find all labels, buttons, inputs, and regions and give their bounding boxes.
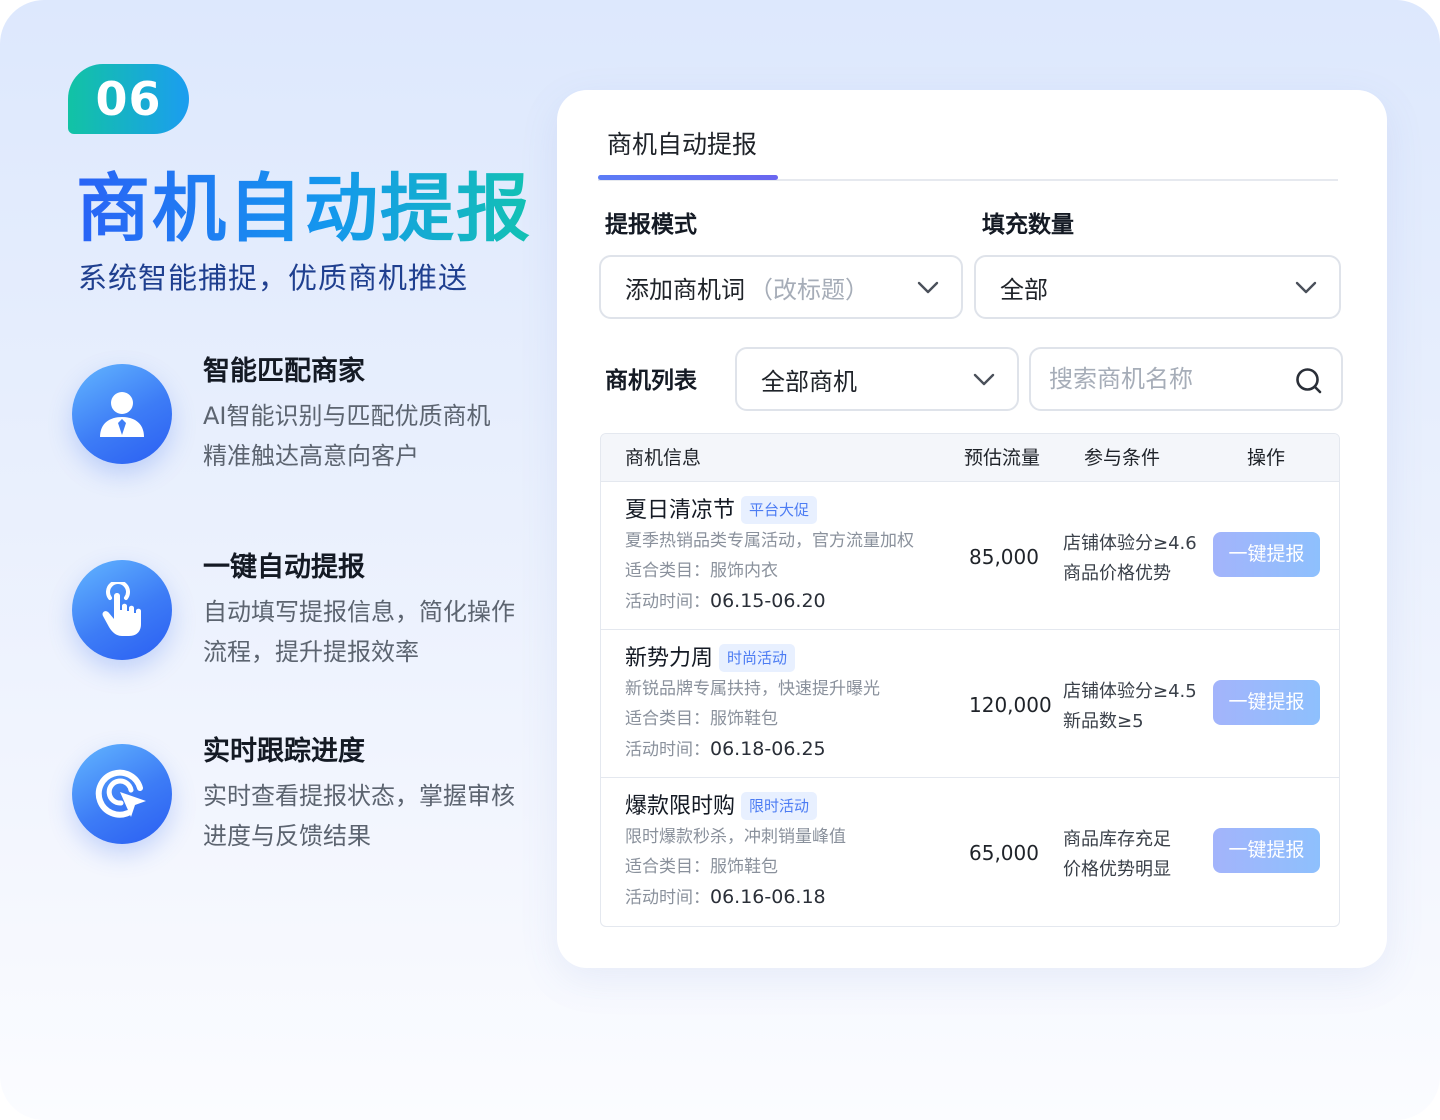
opportunity-desc: 夏季热销品类专属活动，官方流量加权 <box>625 531 914 551</box>
fill-label: 填充数量 <box>982 212 1074 238</box>
time-value: 06.15-06.20 <box>710 590 826 612</box>
feature-desc-line: 进度与反馈结果 <box>203 822 371 850</box>
condition-line: 店铺体验分≥4.6 <box>1063 533 1197 554</box>
condition-line: 新品数≥5 <box>1063 711 1144 732</box>
chevron-down-icon <box>973 373 995 386</box>
category-label: 适合类目： <box>625 561 710 581</box>
table-row: 夏日清凉节 平台大促 夏季热销品类专属活动，官方流量加权 适合类目：服饰内衣 活… <box>601 482 1339 630</box>
hero-title: 商机自动提报 <box>76 166 532 252</box>
feature-desc-line: 流程，提升提报效率 <box>203 638 419 666</box>
time-label: 活动时间： <box>625 888 710 908</box>
target-cursor-icon <box>72 744 172 844</box>
search-box <box>1029 347 1343 411</box>
opportunity-title: 夏日清凉节 <box>625 498 736 523</box>
tab-active-indicator <box>598 175 778 180</box>
one-click-report-button[interactable]: 一键提报 <box>1213 680 1320 725</box>
opportunity-time: 活动时间：06.15-06.20 <box>625 589 826 614</box>
list-label: 商机列表 <box>605 368 697 394</box>
header-conditions: 参与条件 <box>1084 447 1161 469</box>
feature-desc-line: 实时查看提报状态，掌握审核 <box>203 782 515 810</box>
section-number-badge: 06 <box>68 64 189 134</box>
feature-description: 自动填写提报信息，简化操作 流程，提升提报效率 <box>203 592 515 672</box>
list-filter-select[interactable]: 全部商机 <box>735 347 1019 411</box>
condition-line: 店铺体验分≥4.5 <box>1063 681 1197 702</box>
table-header: 商机信息 预估流量 参与条件 操作 <box>601 434 1339 482</box>
category-value: 服饰鞋包 <box>710 857 778 877</box>
feature-description: 实时查看提报状态，掌握审核 进度与反馈结果 <box>203 776 515 856</box>
tab-auto-report[interactable]: 商机自动提报 <box>607 128 757 162</box>
table-row: 新势力周 时尚活动 新锐品牌专属扶持，快速提升曝光 适合类目：服饰鞋包 活动时间… <box>601 630 1339 778</box>
category-label: 适合类目： <box>625 709 710 729</box>
traffic-value: 65,000 <box>969 841 1039 865</box>
one-click-report-button[interactable]: 一键提报 <box>1213 828 1320 873</box>
category-label: 适合类目： <box>625 857 710 877</box>
mode-select-value: 添加商机词 <box>625 275 745 304</box>
opportunity-category: 适合类目：服饰鞋包 <box>625 707 778 731</box>
opportunity-title: 爆款限时购 <box>625 794 736 819</box>
condition-line: 商品库存充足 <box>1063 829 1171 850</box>
condition-line: 价格优势明显 <box>1063 859 1171 880</box>
feature-desc-line: 自动填写提报信息，简化操作 <box>203 598 515 626</box>
feature-description: AI智能识别与匹配优质商机 精准触达高意向客户 <box>203 396 491 476</box>
hero-subtitle: 系统智能捕捉，优质商机推送 <box>78 261 469 295</box>
time-label: 活动时间： <box>625 592 710 612</box>
feature-title: 智能匹配商家 <box>203 356 365 387</box>
opportunity-table: 商机信息 预估流量 参与条件 操作 夏日清凉节 平台大促 夏季热销品类专属活动，… <box>600 433 1340 927</box>
person-icon <box>72 364 172 464</box>
category-value: 服饰鞋包 <box>710 709 778 729</box>
opportunity-desc: 限时爆款秒杀，冲刺销量峰值 <box>625 827 846 847</box>
feature-title: 一键自动提报 <box>203 552 365 583</box>
chevron-down-icon <box>917 281 939 294</box>
feature-title: 实时跟踪进度 <box>203 736 365 767</box>
opportunity-category: 适合类目：服饰鞋包 <box>625 855 778 879</box>
opportunity-title: 新势力周 <box>625 646 714 671</box>
time-value: 06.16-06.18 <box>710 886 826 908</box>
mode-select[interactable]: 添加商机词 （改标题） <box>599 255 963 319</box>
mode-label: 提报模式 <box>605 212 697 238</box>
mode-select-hint: （改标题） <box>749 275 869 304</box>
opportunity-time: 活动时间：06.18-06.25 <box>625 737 826 762</box>
opportunity-category: 适合类目：服饰内衣 <box>625 559 778 583</box>
opportunity-tag: 限时活动 <box>741 792 818 820</box>
header-action: 操作 <box>1247 447 1286 469</box>
opportunity-panel: 商机自动提报 提报模式 填充数量 添加商机词 （改标题） 全部 商机列表 全部商… <box>557 90 1387 968</box>
search-input[interactable] <box>1049 365 1279 393</box>
search-icon[interactable] <box>1295 367 1323 395</box>
traffic-value: 120,000 <box>969 693 1052 717</box>
feature-desc-line: 精准触达高意向客户 <box>203 442 419 470</box>
time-label: 活动时间： <box>625 740 710 760</box>
category-value: 服饰内衣 <box>710 561 778 581</box>
hand-tap-icon <box>72 560 172 660</box>
time-value: 06.18-06.25 <box>710 738 826 760</box>
opportunity-desc: 新锐品牌专属扶持，快速提升曝光 <box>625 679 880 699</box>
table-row: 爆款限时购 限时活动 限时爆款秒杀，冲刺销量峰值 适合类目：服饰鞋包 活动时间：… <box>601 778 1339 926</box>
page-background: 06 商机自动提报 系统智能捕捉，优质商机推送 智能匹配商家 AI智能识别与匹配… <box>0 0 1440 1120</box>
header-info: 商机信息 <box>625 447 702 469</box>
feature-desc-line: AI智能识别与匹配优质商机 <box>203 402 491 430</box>
fill-select[interactable]: 全部 <box>974 255 1341 319</box>
condition-line: 商品价格优势 <box>1063 563 1171 584</box>
list-select-value: 全部商机 <box>761 367 857 396</box>
traffic-value: 85,000 <box>969 545 1039 569</box>
header-traffic: 预估流量 <box>964 447 1041 469</box>
chevron-down-icon <box>1295 281 1317 294</box>
fill-select-value: 全部 <box>1000 275 1048 304</box>
opportunity-tag: 时尚活动 <box>719 644 796 672</box>
one-click-report-button[interactable]: 一键提报 <box>1213 532 1320 577</box>
opportunity-time: 活动时间：06.16-06.18 <box>625 885 826 910</box>
opportunity-tag: 平台大促 <box>741 496 818 524</box>
